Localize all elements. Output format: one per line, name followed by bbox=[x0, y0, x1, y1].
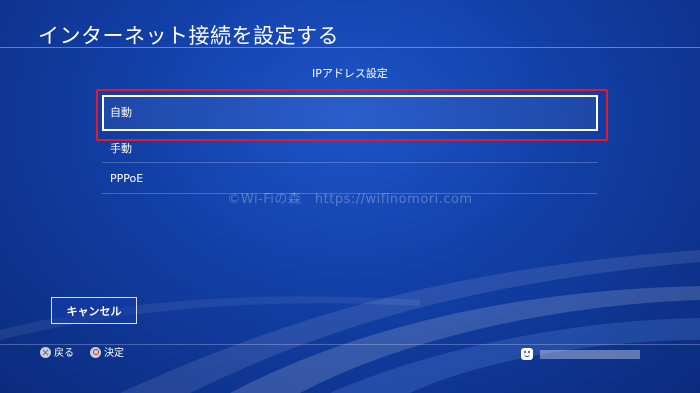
username-redacted bbox=[540, 350, 640, 359]
confirm-hint[interactable]: 決定 bbox=[90, 346, 124, 361]
back-hint[interactable]: 戻る bbox=[40, 346, 74, 361]
cross-button-icon bbox=[40, 346, 51, 358]
menu-item-label: PPPoE bbox=[110, 172, 144, 185]
circle-button-icon bbox=[90, 346, 101, 358]
menu-item-pppoe[interactable]: PPPoE bbox=[102, 163, 598, 194]
section-label: IPアドレス設定 bbox=[312, 67, 388, 80]
cancel-button[interactable]: キャンセル bbox=[51, 297, 137, 324]
footer-divider bbox=[0, 344, 700, 345]
page-title: インターネット接続を設定する bbox=[38, 24, 339, 48]
annotation-highlight-box bbox=[96, 89, 608, 141]
smiley-avatar-icon bbox=[521, 348, 533, 360]
menu-item-label: 手動 bbox=[110, 142, 132, 155]
title-divider bbox=[0, 47, 700, 48]
back-label: 戻る bbox=[54, 348, 74, 359]
confirm-label: 決定 bbox=[104, 348, 124, 359]
